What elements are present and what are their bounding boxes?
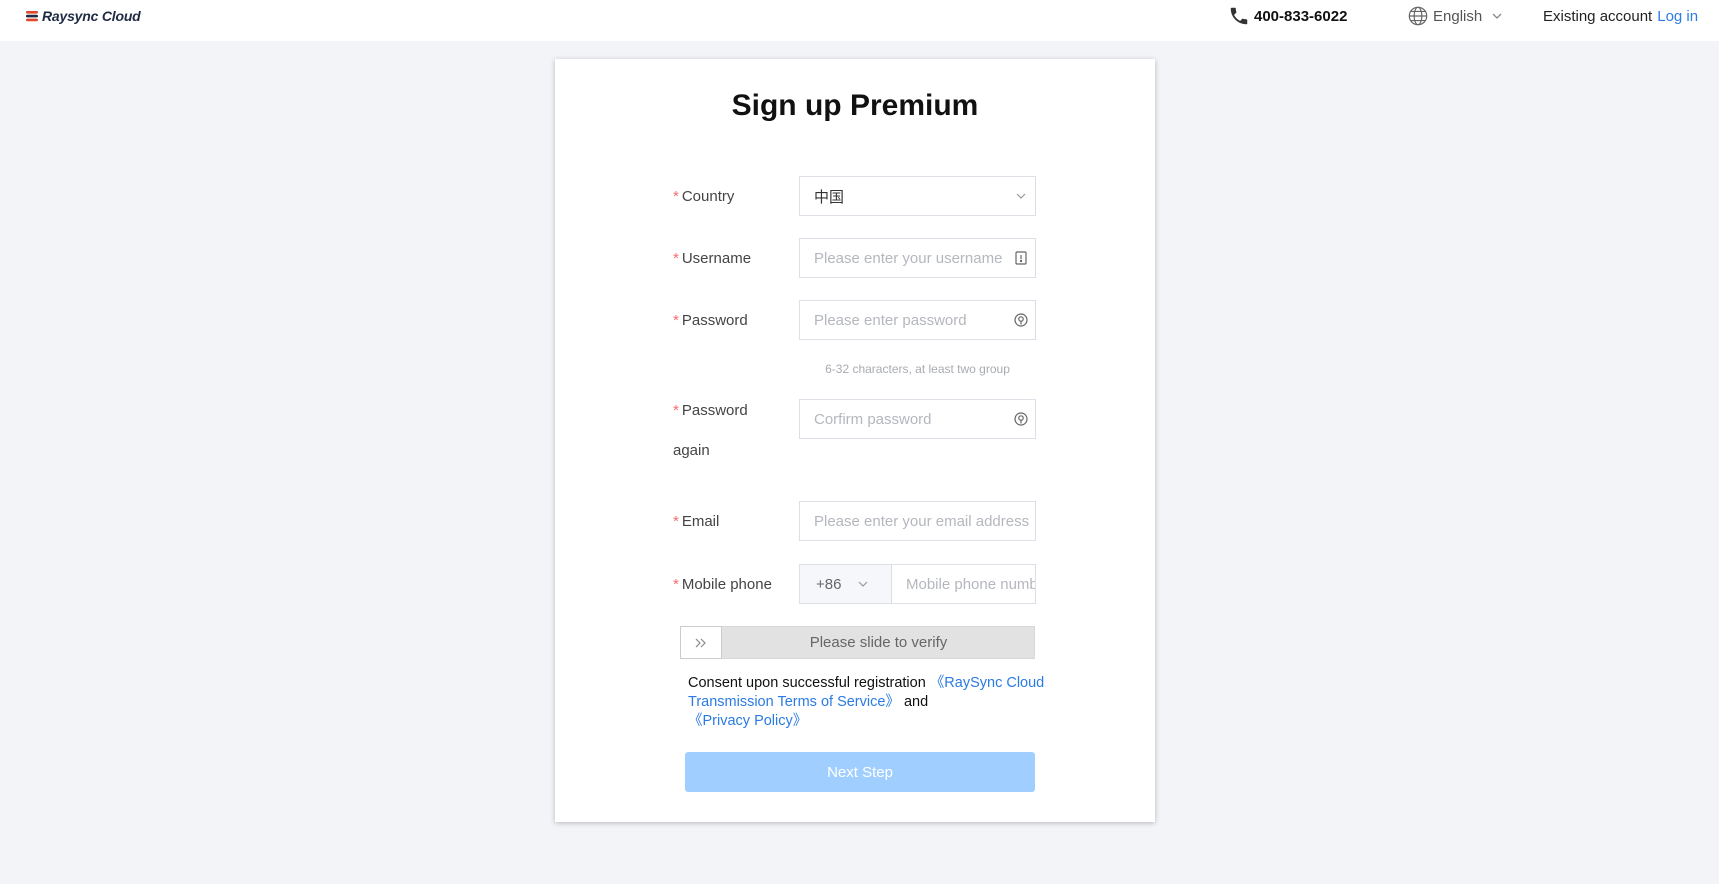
signup-card: Sign up Premium *Country 中国 *Username *P… — [555, 59, 1155, 822]
phone-number: 400-833-6022 — [1254, 7, 1348, 25]
country-code-value: +86 — [816, 575, 842, 593]
globe-icon — [1408, 6, 1428, 26]
password-hint: 6-32 characters, at least two group — [825, 362, 1010, 376]
chevron-down-icon — [859, 581, 868, 587]
password-visibility-icon[interactable] — [1013, 312, 1029, 328]
phone-icon — [1230, 7, 1248, 25]
mobile-field[interactable] — [891, 564, 1036, 604]
mobile-input[interactable] — [892, 565, 1035, 603]
password-visibility-icon[interactable] — [1013, 411, 1029, 427]
required-mark: * — [673, 188, 679, 205]
slide-verify-text: Please slide to verify — [809, 634, 948, 651]
slide-verify[interactable]: Please slide to verify — [680, 626, 1035, 659]
logo-text: Raysync Cloud — [42, 8, 141, 24]
username-field[interactable] — [799, 238, 1036, 278]
chevron-down-icon — [1016, 193, 1026, 199]
logo[interactable]: Raysync Cloud — [25, 7, 141, 25]
password-field[interactable] — [799, 300, 1036, 340]
username-label: * Username — [673, 250, 752, 267]
consent-text: Consent upon successful registration 《Ra… — [688, 675, 1045, 729]
privacy-policy-link[interactable]: 《Privacy Policy》 — [688, 713, 807, 729]
existing-account-text: Existing account — [1543, 7, 1653, 25]
login-link[interactable]: Log in — [1657, 8, 1698, 25]
password-input[interactable] — [800, 301, 1013, 339]
mobile-label: * Mobile phone — [673, 576, 772, 593]
confirm-password-field[interactable] — [799, 399, 1036, 439]
confirm-password-input[interactable] — [800, 400, 1013, 438]
password-label: * Password — [673, 312, 748, 329]
country-label: * Country — [673, 188, 735, 205]
language-label: English — [1433, 7, 1483, 25]
next-step-button[interactable]: Next Step — [685, 752, 1035, 792]
contact-phone: 400-833-6022 — [1228, 5, 1347, 27]
email-input[interactable] — [800, 502, 1035, 540]
language-selector[interactable]: English — [1407, 5, 1503, 27]
id-card-icon — [1015, 251, 1027, 265]
raysync-logo-icon — [26, 11, 38, 22]
page-title: Sign up Premium — [731, 89, 979, 122]
username-input[interactable] — [800, 239, 1013, 277]
top-header: Raysync Cloud 400-833-6022 English Exist… — [0, 0, 1719, 41]
existing-account: Existing account Log in — [1543, 7, 1698, 25]
email-field[interactable] — [799, 501, 1036, 541]
double-chevron-right-icon — [695, 638, 706, 647]
email-label: * Email — [673, 513, 720, 530]
country-select[interactable]: 中国 — [799, 176, 1036, 216]
password-again-label: * Password again — [673, 402, 748, 459]
country-value: 中国 — [814, 188, 845, 206]
chevron-down-icon — [1492, 13, 1502, 19]
country-code-select[interactable]: +86 — [799, 564, 891, 604]
slider-handle[interactable] — [680, 626, 722, 659]
